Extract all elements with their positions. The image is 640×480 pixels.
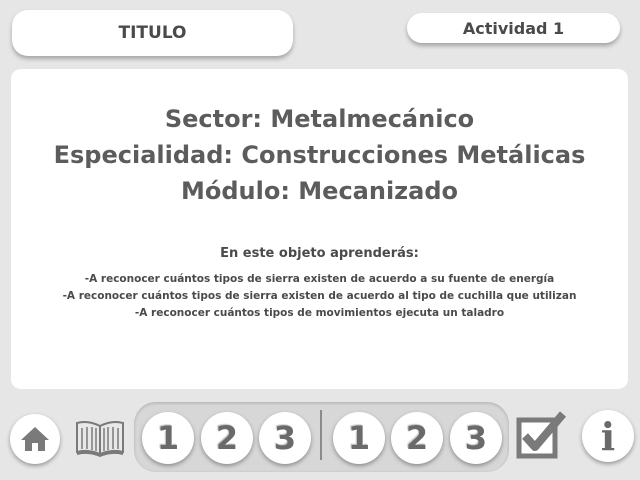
content-panel: Sector: Metalmecánico Especialidad: Cons… xyxy=(11,69,628,389)
info-icon: i xyxy=(600,413,616,459)
title-tab: TITULO xyxy=(12,10,293,56)
sector-heading: Sector: Metalmecánico xyxy=(164,105,475,133)
home-icon xyxy=(21,427,49,451)
activity-tab[interactable]: Actividad 1 xyxy=(407,13,620,43)
book-icon[interactable] xyxy=(74,418,126,458)
checkbox-icon[interactable] xyxy=(515,410,569,460)
page-number: 1 xyxy=(347,419,371,457)
activity-2-button[interactable]: 2 xyxy=(391,412,443,464)
activity-label: Actividad 1 xyxy=(462,18,565,38)
activity-3-button[interactable]: 3 xyxy=(450,412,502,464)
module-heading: Módulo: Mecanizado xyxy=(180,177,459,205)
home-button[interactable] xyxy=(10,414,60,464)
page-1-button[interactable]: 1 xyxy=(142,412,194,464)
page-2-button[interactable]: 2 xyxy=(201,412,253,464)
nav-divider xyxy=(320,410,322,460)
objective-item: -A reconocer cuántos tipos de sierra exi… xyxy=(62,290,577,302)
page-number: 2 xyxy=(215,419,239,457)
activity-1-button[interactable]: 1 xyxy=(333,412,385,464)
page-number: 3 xyxy=(273,419,297,457)
page-3-button[interactable]: 3 xyxy=(259,412,311,464)
page-number: 1 xyxy=(156,419,180,457)
objective-item: -A reconocer cuántos tipos de sierra exi… xyxy=(84,273,555,285)
title-label: TITULO xyxy=(118,23,187,43)
specialty-heading: Especialidad: Construcciones Metálicas xyxy=(53,141,586,169)
page-number: 2 xyxy=(405,419,429,457)
intro-text: En este objeto aprenderás: xyxy=(220,246,419,261)
objective-item: -A reconocer cuántos tipos de movimiento… xyxy=(134,307,505,319)
info-button[interactable]: i xyxy=(582,410,634,462)
page-number: 3 xyxy=(464,419,488,457)
